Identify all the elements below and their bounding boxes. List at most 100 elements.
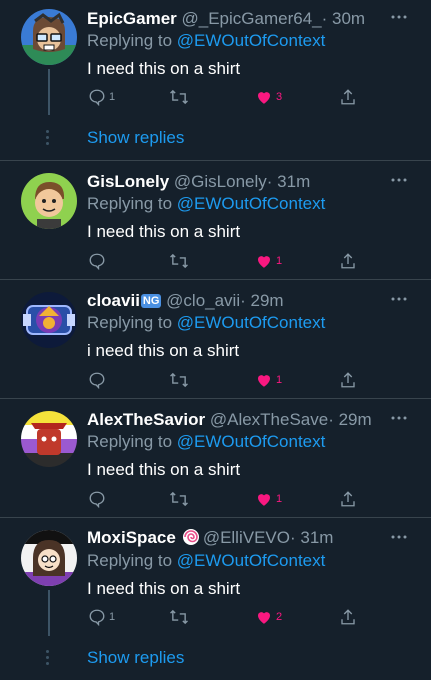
share-button[interactable] [339,488,357,510]
share-button[interactable] [339,606,357,628]
reply-count: 1 [109,611,116,623]
tweet-text: I need this on a shirt [87,460,241,479]
avatar[interactable] [21,530,77,586]
tweet-text: i need this on a shirt [87,341,240,360]
mention-link[interactable]: @EWOutOfContext [177,432,326,451]
reply-button[interactable]: 1 [88,86,115,108]
like-count: 1 [276,374,283,386]
reply-button[interactable] [88,250,109,272]
share-icon [341,491,355,507]
tweet-header: EpicGamer @_EpicGamer64_· 30m [87,8,365,30]
mention-link[interactable]: @EWOutOfContext [177,313,326,332]
retweet-button[interactable] [169,606,192,628]
tweet-moxispace[interactable]: MoxiSpace @ElliVEVO· 31m Replying to @EWO… [0,518,431,680]
show-replies-link[interactable]: Show replies [87,647,184,669]
handle[interactable]: @_EpicGamer64_ [182,9,322,28]
tweet-alexthesavior[interactable]: AlexTheSavior @AlexTheSave· 29m Replying… [0,399,431,516]
like-button[interactable]: 3 [255,86,282,108]
mention-link[interactable]: @EWOutOfContext [177,31,326,50]
handle[interactable]: @AlexTheSave [210,410,328,429]
mention-link[interactable]: @EWOutOfContext [177,194,326,213]
handle[interactable]: @clo_avii [166,291,240,310]
like-button[interactable]: 1 [255,369,282,391]
action-bar: 1 3 [87,86,367,108]
display-name[interactable]: GisLonely [87,172,169,191]
like-count: 3 [276,91,283,103]
retweet-icon [170,372,188,388]
replying-to: Replying to @EWOutOfContext [87,550,325,572]
reply-icon [89,609,105,626]
share-icon [341,609,355,625]
heart-icon [258,256,270,268]
share-icon [341,372,355,388]
like-count: 1 [276,255,283,267]
handle[interactable]: @GisLonely [174,172,267,191]
replying-to: Replying to @EWOutOfContext [87,312,325,334]
replying-prefix: Replying to [87,194,177,213]
tweet-epicgamer[interactable]: EpicGamer @_EpicGamer64_· 30m Replying t… [0,0,431,160]
more-icon[interactable] [391,297,407,301]
like-count: 1 [276,493,283,505]
replying-prefix: Replying to [87,31,177,50]
display-name[interactable]: EpicGamer [87,9,177,28]
thread-line [48,590,50,636]
heart-icon [258,92,270,104]
share-icon [341,253,355,269]
thread-line [48,69,50,115]
handle[interactable]: @ElliVEVO [203,528,290,547]
more-icon[interactable] [391,15,407,19]
timestamp[interactable]: · 31m [290,528,333,547]
reply-icon [89,253,105,270]
reply-icon [89,89,105,106]
more-icon[interactable] [391,178,407,182]
reply-count: 1 [109,91,116,103]
more-icon[interactable] [391,416,407,420]
tweet-text: I need this on a shirt [87,59,241,78]
action-bar: 1 [87,250,367,272]
avatar[interactable] [21,173,77,229]
share-icon [341,89,355,105]
tweet-cloavii[interactable]: cloavii NG @clo_avii· 29m Replying to @EW… [0,280,431,397]
display-name[interactable]: MoxiSpace [87,528,176,547]
replying-prefix: Replying to [87,432,177,451]
mention-link[interactable]: @EWOutOfContext [177,551,326,570]
timestamp[interactable]: · 31m [267,172,310,191]
display-name[interactable]: cloavii [87,291,140,310]
avatar[interactable] [21,411,77,467]
timestamp[interactable]: · 29m [328,410,371,429]
tweet-gislonely[interactable]: GisLonely @GisLonely· 31m Replying to @E… [0,161,431,278]
reply-button[interactable]: 1 [88,606,115,628]
retweet-icon [170,89,188,105]
display-name[interactable]: AlexTheSavior [87,410,205,429]
heart-icon [258,612,270,624]
share-button[interactable] [339,250,357,272]
tweet-header: AlexTheSavior @AlexTheSave· 29m [87,409,372,431]
like-button[interactable]: 2 [255,606,282,628]
avatar[interactable] [21,9,77,65]
retweet-button[interactable] [169,86,192,108]
thread-dots [46,650,50,668]
replying-prefix: Replying to [87,313,177,332]
more-icon[interactable] [391,535,407,539]
timestamp[interactable]: · 30m [322,9,365,28]
reply-button[interactable] [88,369,109,391]
tweet-header: MoxiSpace @ElliVEVO· 31m [87,527,333,549]
share-button[interactable] [339,86,357,108]
avatar[interactable] [21,292,77,348]
timestamp[interactable]: · 29m [240,291,283,310]
reply-icon [89,372,105,389]
action-bar: 1 [87,488,367,510]
retweet-button[interactable] [169,250,192,272]
like-button[interactable]: 1 [255,250,282,272]
replying-to: Replying to @EWOutOfContext [87,431,325,453]
like-button[interactable]: 1 [255,488,282,510]
replying-prefix: Replying to [87,551,177,570]
share-button[interactable] [339,369,357,391]
retweet-button[interactable] [169,488,192,510]
tweet-header: cloavii NG @clo_avii· 29m [87,290,284,312]
lollipop-emoji-icon [182,529,199,545]
reply-button[interactable] [88,488,109,510]
retweet-button[interactable] [169,369,192,391]
tweet-text: I need this on a shirt [87,579,241,598]
show-replies-link[interactable]: Show replies [87,127,184,149]
